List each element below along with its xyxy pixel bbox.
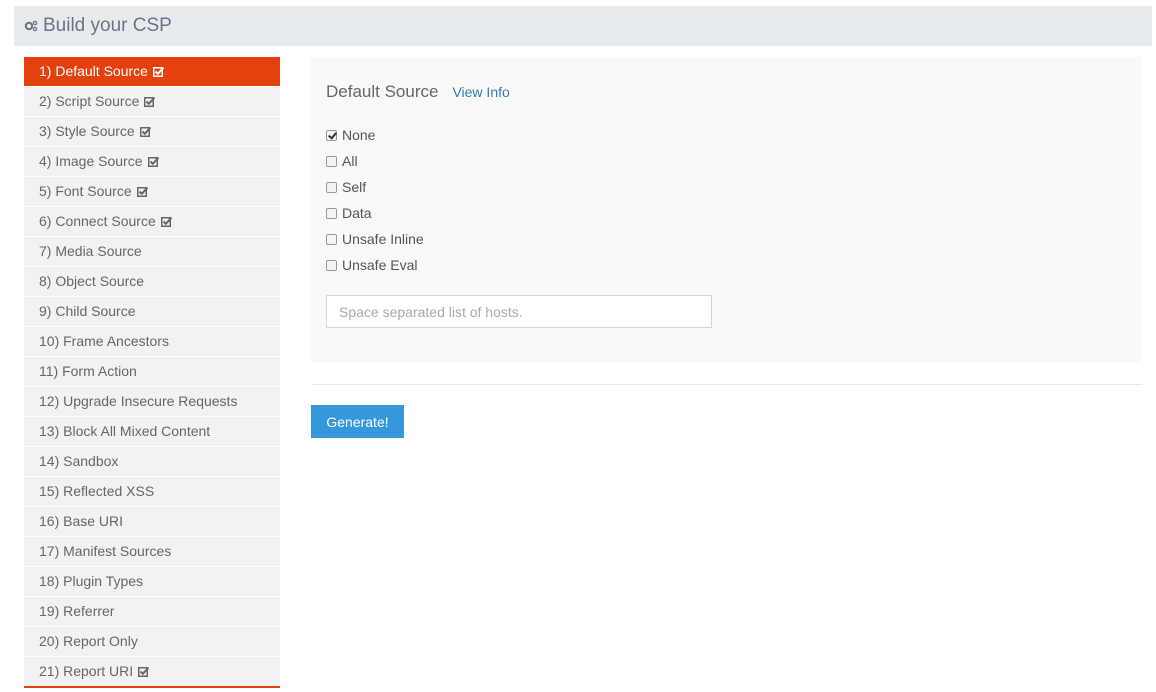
sidebar-item-label: 16) Base URI	[39, 513, 124, 529]
sidebar-item-label: 4) Image Source	[39, 153, 143, 169]
checked-box-icon	[160, 216, 172, 227]
sidebar-item-label: 19) Referrer	[39, 603, 115, 619]
checked-box-icon	[136, 186, 148, 197]
source-option[interactable]: All	[326, 148, 424, 174]
sidebar-item-label: 14) Sandbox	[39, 453, 119, 469]
source-option[interactable]: Data	[326, 200, 424, 226]
option-checkbox[interactable]	[326, 259, 337, 271]
source-option[interactable]: Unsafe Eval	[326, 252, 424, 278]
sidebar-item-label: 3) Style Source	[39, 123, 135, 139]
sidebar-item[interactable]: 1) Default Source	[24, 57, 280, 87]
option-label: Unsafe Eval	[342, 257, 418, 273]
sidebar-item-label: 2) Script Source	[39, 93, 140, 109]
checked-box-icon	[139, 126, 151, 137]
checked-box-icon	[147, 156, 159, 167]
directive-panel: Default Source View Info None All Self Data…	[311, 57, 1142, 363]
sidebar-item-label: 11) Form Action	[39, 363, 137, 379]
sidebar-item-label: 7) Media Source	[39, 243, 142, 259]
sidebar-item-label: 9) Child Source	[39, 303, 136, 319]
sidebar-item[interactable]: 11) Form Action	[24, 357, 280, 387]
sidebar-item[interactable]: 4) Image Source	[24, 147, 280, 177]
sidebar-item[interactable]: 14) Sandbox	[24, 447, 280, 477]
sidebar-item[interactable]: 20) Report Only	[24, 627, 280, 657]
sidebar-item[interactable]: 7) Media Source	[24, 237, 280, 267]
generate-button[interactable]: Generate!	[311, 405, 404, 438]
sidebar-item[interactable]: 21) Report URI	[24, 657, 280, 687]
sidebar-item[interactable]: 10) Frame Ancestors	[24, 327, 280, 357]
option-label: Unsafe Inline	[342, 231, 424, 247]
sidebar-item[interactable]: 17) Manifest Sources	[24, 537, 280, 567]
divider	[311, 384, 1142, 385]
option-checkbox[interactable]	[326, 233, 337, 245]
sidebar-item-label: 13) Block All Mixed Content	[39, 423, 211, 439]
sidebar-item[interactable]: 12) Upgrade Insecure Requests	[24, 387, 280, 417]
sidebar-item-label: 15) Reflected XSS	[39, 483, 155, 499]
checked-box-icon	[138, 666, 150, 677]
option-label: Self	[342, 179, 367, 195]
sidebar-item[interactable]: 2) Script Source	[24, 87, 280, 117]
hosts-input[interactable]	[326, 295, 712, 328]
sidebar-item-label: 17) Manifest Sources	[39, 543, 172, 559]
sidebar-item-label: 18) Plugin Types	[39, 573, 144, 589]
sidebar-item[interactable]: 8) Object Source	[24, 267, 280, 297]
sidebar-item[interactable]: 19) Referrer	[24, 597, 280, 627]
sidebar-item[interactable]: 15) Reflected XSS	[24, 477, 280, 507]
option-checkbox[interactable]	[326, 181, 337, 193]
option-checkbox[interactable]	[326, 155, 337, 167]
checked-box-icon	[144, 96, 156, 107]
directive-title: Default Source	[326, 82, 439, 101]
option-label: All	[342, 153, 358, 169]
view-info-link[interactable]: View Info	[452, 84, 509, 100]
sidebar-item-label: 20) Report Only	[39, 633, 138, 649]
source-options: None All Self Data Unsafe Inline Unsafe Eval	[326, 122, 424, 278]
page-header: Build your CSP	[14, 6, 1152, 46]
option-label: Data	[342, 205, 372, 221]
page-title: Build your CSP	[43, 15, 172, 36]
option-checkbox[interactable]	[326, 129, 337, 141]
source-option[interactable]: Unsafe Inline	[326, 226, 424, 252]
gears-icon	[24, 20, 38, 32]
sidebar-item-label: 12) Upgrade Insecure Requests	[39, 393, 238, 409]
sidebar-item[interactable]: 3) Style Source	[24, 117, 280, 147]
sidebar-bottom-border	[24, 686, 280, 688]
sidebar-item-label: 5) Font Source	[39, 183, 132, 199]
sidebar-nav: 1) Default Source 2) Script Source 3) Styl…	[24, 57, 280, 688]
option-label: None	[342, 127, 376, 143]
sidebar-item[interactable]: 5) Font Source	[24, 177, 280, 207]
sidebar-item[interactable]: 13) Block All Mixed Content	[24, 417, 280, 447]
sidebar-item[interactable]: 18) Plugin Types	[24, 567, 280, 597]
sidebar-item-label: 6) Connect Source	[39, 213, 156, 229]
sidebar-item[interactable]: 9) Child Source	[24, 297, 280, 327]
sidebar-item[interactable]: 6) Connect Source	[24, 207, 280, 237]
checked-box-icon	[152, 66, 164, 77]
sidebar-item-label: 21) Report URI	[39, 663, 134, 679]
sidebar-item[interactable]: 16) Base URI	[24, 507, 280, 537]
option-checkbox[interactable]	[326, 207, 337, 219]
source-option[interactable]: Self	[326, 174, 424, 200]
sidebar-item-label: 8) Object Source	[39, 273, 145, 289]
sidebar-item-label: 1) Default Source	[39, 63, 148, 79]
source-option[interactable]: None	[326, 122, 424, 148]
sidebar-item-label: 10) Frame Ancestors	[39, 333, 169, 349]
